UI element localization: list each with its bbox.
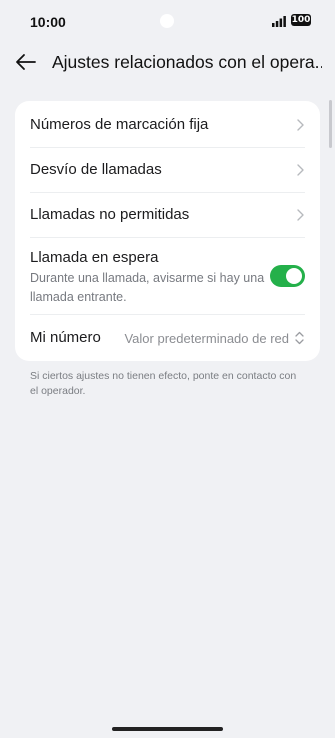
- page-title: Ajustes relacionados con el opera...: [52, 52, 322, 72]
- fixed-dialing-label: Números de marcación fija: [30, 116, 209, 133]
- my-number-value: Valor predeterminado de red: [124, 331, 289, 346]
- footer-note: Si ciertos ajustes no tienen efecto, pon…: [30, 370, 297, 397]
- chevron-up-down-icon: [295, 331, 304, 345]
- fixed-dialing-row[interactable]: Números de marcación fija: [30, 101, 305, 148]
- call-forwarding-row[interactable]: Desvío de llamadas: [30, 148, 305, 193]
- scroll-indicator: [329, 100, 332, 148]
- chevron-right-icon: [297, 164, 304, 176]
- settings-card: Números de marcación fija Desvío de llam…: [15, 101, 320, 361]
- my-number-label: Mi número: [30, 329, 101, 346]
- call-waiting-description: Durante una llamada, avisarme si hay una…: [30, 271, 265, 304]
- call-forwarding-label: Desvío de llamadas: [30, 161, 162, 178]
- my-number-row[interactable]: Mi número Valor predeterminado de red: [30, 315, 305, 361]
- status-time: 10:00: [30, 14, 66, 30]
- chevron-right-icon: [297, 119, 304, 131]
- back-arrow-icon[interactable]: [14, 50, 38, 74]
- battery-icon: 100: [291, 14, 311, 26]
- toggle-knob: [286, 268, 302, 284]
- camera-cutout: [160, 14, 174, 28]
- call-waiting-toggle[interactable]: [270, 265, 305, 287]
- call-waiting-label: Llamada en espera: [30, 249, 159, 266]
- call-barring-label: Llamadas no permitidas: [30, 206, 190, 223]
- call-barring-row[interactable]: Llamadas no permitidas: [30, 193, 305, 238]
- chevron-right-icon: [297, 209, 304, 221]
- signal-icon: [272, 16, 286, 27]
- home-indicator[interactable]: [112, 727, 223, 731]
- status-bar: 10:00 100: [0, 0, 335, 44]
- header: Ajustes relacionados con el opera...: [0, 46, 335, 80]
